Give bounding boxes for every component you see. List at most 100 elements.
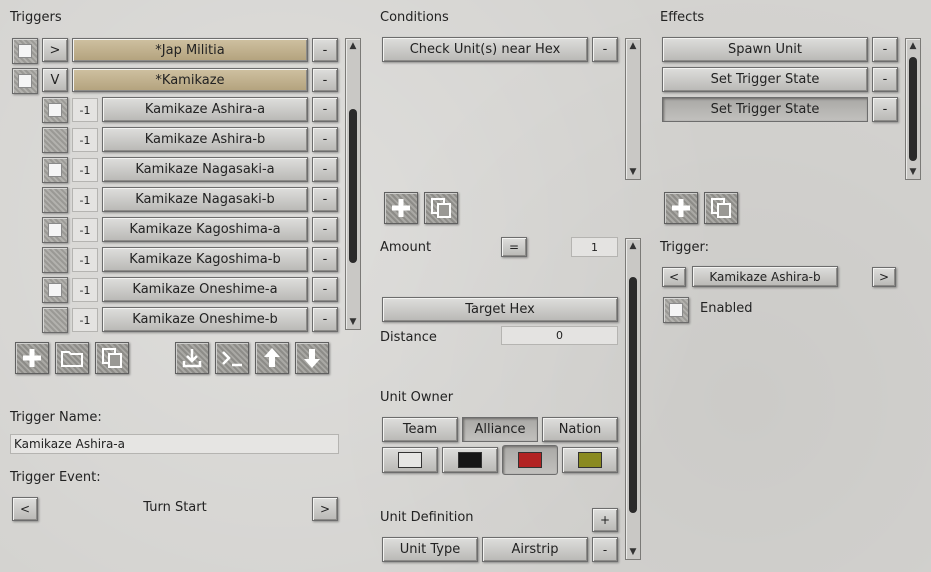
condition-remove-button[interactable]: - <box>592 37 618 62</box>
unit-type-button[interactable]: Unit Type <box>382 537 478 562</box>
amount-input[interactable]: 1 <box>571 237 618 257</box>
owner-color-black[interactable] <box>442 447 498 473</box>
trigger-remove-button[interactable]: - <box>312 277 338 302</box>
group-checkbox-jap-militia[interactable] <box>12 38 38 64</box>
trigger-checkbox[interactable] <box>42 217 68 243</box>
remove-unit-definition-button[interactable]: - <box>592 537 618 562</box>
group-remove-jap-militia[interactable]: - <box>312 38 338 62</box>
effect-trigger-prev-button[interactable]: < <box>662 267 686 287</box>
owner-tab-nation[interactable]: Nation <box>542 417 618 442</box>
scroll-up-arrow-icon[interactable]: ▲ <box>628 41 638 51</box>
effect-spawn-unit[interactable]: Spawn Unit <box>662 37 868 62</box>
trigger-remove-button[interactable]: - <box>312 157 338 182</box>
effect-remove-button[interactable]: - <box>872 37 898 62</box>
trigger-item[interactable]: Kamikaze Nagasaki-a <box>102 157 308 182</box>
distance-input[interactable]: 0 <box>501 326 618 345</box>
add-effect-button[interactable] <box>664 192 698 224</box>
trigger-remove-button[interactable]: - <box>312 217 338 242</box>
effect-trigger-value[interactable]: Kamikaze Ashira-b <box>692 266 838 287</box>
effect-set-trigger-state-selected[interactable]: Set Trigger State <box>662 97 868 122</box>
group-kamikaze[interactable]: *Kamikaze <box>72 68 308 92</box>
trigger-checkbox[interactable] <box>42 157 68 183</box>
trigger-item[interactable]: Kamikaze Kagoshima-a <box>102 217 308 242</box>
effects-scrollbar[interactable]: ▲ ▼ <box>905 38 921 180</box>
trigger-remove-button[interactable]: - <box>312 307 338 332</box>
trigger-priority[interactable]: -1 <box>72 308 98 332</box>
trigger-priority[interactable]: -1 <box>72 248 98 272</box>
group-remove-kamikaze[interactable]: - <box>312 68 338 92</box>
scroll-down-arrow-icon[interactable]: ▼ <box>628 167 638 177</box>
effect-trigger-next-button[interactable]: > <box>872 267 896 287</box>
trigger-checkbox[interactable] <box>42 247 68 273</box>
add-trigger-button[interactable] <box>15 342 49 374</box>
add-unit-definition-button[interactable]: + <box>592 508 618 532</box>
group-toggle-kamikaze[interactable]: V <box>42 68 68 92</box>
trigger-remove-button[interactable]: - <box>312 97 338 122</box>
trigger-checkbox[interactable] <box>42 97 68 123</box>
enabled-checkbox[interactable] <box>663 297 689 323</box>
target-hex-button[interactable]: Target Hex <box>382 297 618 322</box>
trigger-remove-button[interactable]: - <box>312 127 338 152</box>
trigger-item[interactable]: Kamikaze Oneshime-a <box>102 277 308 302</box>
event-next-button[interactable]: > <box>312 497 338 521</box>
import-trigger-button[interactable] <box>175 342 209 374</box>
group-jap-militia[interactable]: *Jap Militia <box>72 38 308 62</box>
group-checkbox-kamikaze[interactable] <box>12 68 38 94</box>
owner-color-white[interactable] <box>382 447 438 473</box>
duplicate-effect-button[interactable] <box>704 192 738 224</box>
scroll-thumb[interactable] <box>629 57 637 161</box>
script-trigger-button[interactable] <box>215 342 249 374</box>
amount-operator-button[interactable]: = <box>501 237 527 257</box>
trigger-checkbox[interactable] <box>42 307 68 333</box>
trigger-priority[interactable]: -1 <box>72 158 98 182</box>
trigger-priority[interactable]: -1 <box>72 278 98 302</box>
duplicate-trigger-button[interactable] <box>95 342 129 374</box>
trigger-remove-button[interactable]: - <box>312 187 338 212</box>
scroll-down-arrow-icon[interactable]: ▼ <box>908 167 918 177</box>
condition-details-scrollbar[interactable]: ▲ ▼ <box>625 238 641 560</box>
event-prev-button[interactable]: < <box>12 497 38 521</box>
scroll-up-arrow-icon[interactable]: ▲ <box>628 241 638 251</box>
scroll-thumb[interactable] <box>629 277 637 513</box>
scroll-up-arrow-icon[interactable]: ▲ <box>348 41 358 51</box>
effect-set-trigger-state[interactable]: Set Trigger State <box>662 67 868 92</box>
arrow-down-icon <box>304 349 320 368</box>
owner-color-red[interactable] <box>502 445 558 475</box>
trigger-priority[interactable]: -1 <box>72 98 98 122</box>
trigger-item[interactable]: Kamikaze Nagasaki-b <box>102 187 308 212</box>
scroll-down-arrow-icon[interactable]: ▼ <box>348 317 358 327</box>
trigger-checkbox[interactable] <box>42 187 68 213</box>
duplicate-condition-button[interactable] <box>424 192 458 224</box>
conditions-scrollbar[interactable]: ▲ ▼ <box>625 38 641 180</box>
trigger-priority[interactable]: -1 <box>72 128 98 152</box>
amount-label: Amount <box>380 240 432 255</box>
group-toggle-jap-militia[interactable]: > <box>42 38 68 62</box>
condition-check-units-near-hex[interactable]: Check Unit(s) near Hex <box>382 37 588 62</box>
triggers-scrollbar[interactable]: ▲ ▼ <box>345 38 361 330</box>
trigger-priority[interactable]: -1 <box>72 188 98 212</box>
trigger-checkbox[interactable] <box>42 127 68 153</box>
enabled-label: Enabled <box>700 301 753 316</box>
move-up-button[interactable] <box>255 342 289 374</box>
trigger-item[interactable]: Kamikaze Kagoshima-b <box>102 247 308 272</box>
scroll-thumb[interactable] <box>349 109 357 263</box>
trigger-item[interactable]: Kamikaze Oneshime-b <box>102 307 308 332</box>
trigger-priority[interactable]: -1 <box>72 218 98 242</box>
trigger-item[interactable]: Kamikaze Ashira-a <box>102 97 308 122</box>
trigger-item[interactable]: Kamikaze Ashira-b <box>102 127 308 152</box>
unit-value-button[interactable]: Airstrip <box>482 537 588 562</box>
add-condition-button[interactable] <box>384 192 418 224</box>
effect-remove-button[interactable]: - <box>872 97 898 122</box>
scroll-down-arrow-icon[interactable]: ▼ <box>628 547 638 557</box>
effect-remove-button[interactable]: - <box>872 67 898 92</box>
owner-tab-team[interactable]: Team <box>382 417 458 442</box>
add-folder-button[interactable] <box>55 342 89 374</box>
trigger-remove-button[interactable]: - <box>312 247 338 272</box>
scroll-up-arrow-icon[interactable]: ▲ <box>908 41 918 51</box>
move-down-button[interactable] <box>295 342 329 374</box>
trigger-checkbox[interactable] <box>42 277 68 303</box>
trigger-name-input[interactable]: Kamikaze Ashira-a <box>10 434 339 454</box>
owner-color-olive[interactable] <box>562 447 618 473</box>
owner-tab-alliance[interactable]: Alliance <box>462 417 538 442</box>
scroll-thumb[interactable] <box>909 57 917 161</box>
